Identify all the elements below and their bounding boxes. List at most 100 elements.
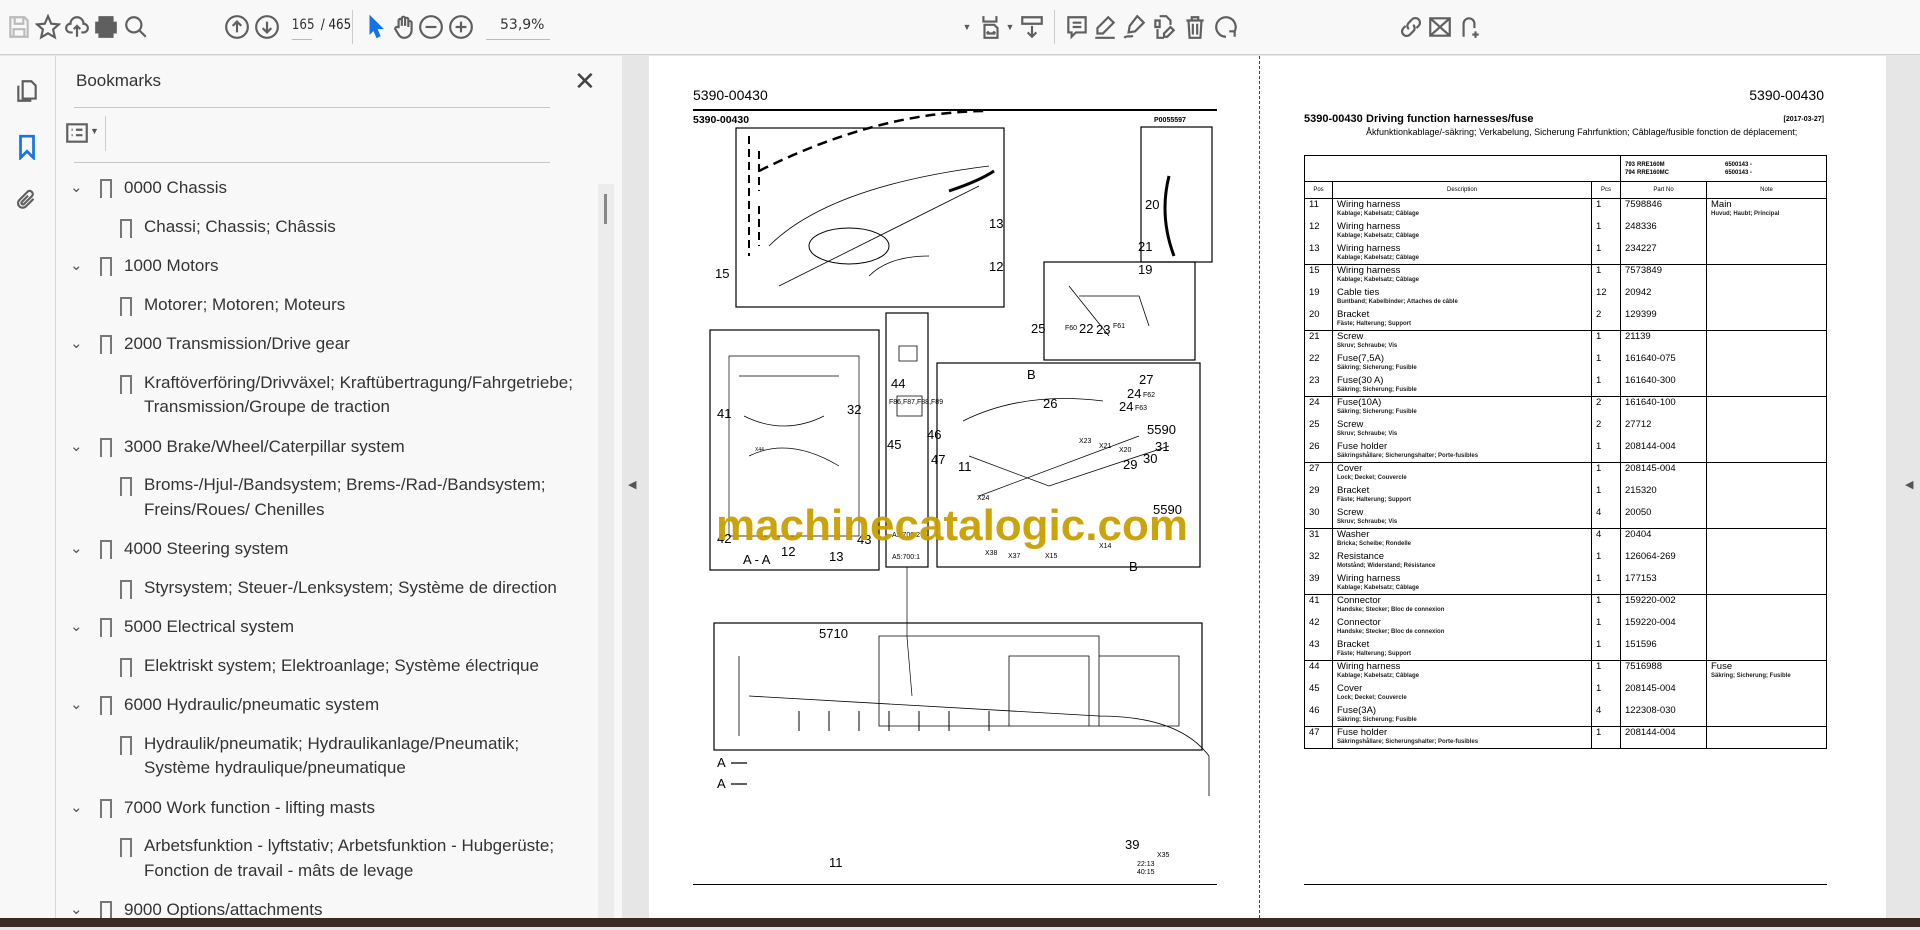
- description: Wiring harness: [1337, 572, 1401, 584]
- sign-icon[interactable]: [1119, 12, 1149, 42]
- table-row: 12 Wiring harness Kablage; Kabelsatz; Câb…: [1304, 220, 1827, 243]
- table-row: 31 Washer Bricka; Scheibe; Rondelle 4 204…: [1304, 528, 1827, 551]
- section-date: [2017-03-27]: [1783, 116, 1824, 123]
- previous-page-icon[interactable]: [222, 12, 252, 42]
- bookmark-item[interactable]: ⌄ 2000 Transmission/Drive gear: [56, 324, 596, 364]
- save-icon[interactable]: [4, 12, 34, 42]
- email-icon[interactable]: [1425, 12, 1455, 42]
- pos-cell: 32: [1304, 550, 1333, 573]
- table-row: 42 Connector Handske; Stecker; Bloc de co…: [1304, 616, 1827, 639]
- page-total: / 465: [320, 17, 352, 33]
- close-icon[interactable]: ✕: [574, 66, 596, 97]
- page-number-input[interactable]: 165: [291, 17, 315, 40]
- bookmark-item[interactable]: ⌄ 7000 Work function - lifting masts: [56, 788, 596, 828]
- pcs-cell: 1: [1591, 198, 1621, 221]
- bookmark-label: 9000 Options/attachments: [124, 900, 323, 919]
- zoom-level-input[interactable]: 53,9%: [486, 17, 550, 40]
- description-translation: Handske; Stecker; Bloc de connexion: [1337, 628, 1445, 635]
- bookmark-item[interactable]: Motorer; Motoren; Moteurs: [56, 286, 596, 325]
- table-row: 13 Wiring harness Kablage; Kabelsatz; Câb…: [1304, 242, 1827, 265]
- description: Wiring harness: [1337, 199, 1401, 210]
- delete-icon[interactable]: [1180, 12, 1210, 42]
- organize-pages-icon[interactable]: [1149, 12, 1179, 42]
- next-page-icon[interactable]: [252, 12, 282, 42]
- share-link-icon[interactable]: [1396, 12, 1426, 42]
- bookmarks-icon[interactable]: [12, 132, 42, 162]
- hand-tool-icon[interactable]: [389, 12, 419, 42]
- bookmarks-scrollbar[interactable]: [598, 184, 614, 918]
- pcs-cell: 1: [1591, 660, 1621, 683]
- bookmark-item[interactable]: Broms-/Hjul-/Bandsystem; Brems-/Rad-/Ban…: [56, 466, 596, 529]
- description: Fuse holder: [1337, 440, 1388, 452]
- bookmark-item[interactable]: Elektriskt system; Elektroanlage; Systèm…: [56, 647, 596, 686]
- attachments-icon[interactable]: [12, 186, 42, 216]
- bookmark-item[interactable]: ⌄ 3000 Brake/Wheel/Caterpillar system: [56, 427, 596, 467]
- select-cursor-icon[interactable]: [361, 12, 391, 42]
- pos-cell: 11: [1304, 198, 1333, 221]
- callout: 12: [989, 259, 1003, 274]
- chevron-down-icon[interactable]: ⌄: [70, 615, 83, 640]
- bookmark-options-icon[interactable]: [62, 118, 92, 148]
- taskbar-edge: [0, 918, 1920, 927]
- chevron-down-icon[interactable]: ⌄: [70, 254, 83, 279]
- table-row: 39 Wiring harness Kablage; Kabelsatz; Câb…: [1304, 572, 1827, 595]
- pos-cell: 25: [1304, 418, 1333, 441]
- chevron-down-icon[interactable]: ⌄: [70, 435, 83, 460]
- zoom-in-icon[interactable]: [446, 12, 476, 42]
- options-dropdown-icon[interactable]: ▼: [90, 126, 99, 136]
- find-icon[interactable]: [121, 12, 151, 42]
- description-translation: Kablage; Kabelsatz; Câblage: [1337, 254, 1420, 261]
- cloud-upload-icon[interactable]: [62, 12, 92, 42]
- add-user-icon[interactable]: [1454, 12, 1484, 42]
- chevron-down-icon[interactable]: ⌄: [70, 332, 83, 357]
- pos-cell: 13: [1304, 242, 1333, 265]
- pos-cell: 23: [1304, 374, 1333, 397]
- pos-cell: 30: [1304, 506, 1333, 529]
- zoom-out-icon[interactable]: [416, 12, 446, 42]
- chevron-down-icon[interactable]: ⌄: [70, 693, 83, 718]
- bookmark-label: 0000 Chassis: [124, 178, 228, 197]
- bookmark-item[interactable]: ⌄ 0000 Chassis: [56, 168, 596, 208]
- description-translation: Lock; Deckel; Couvercle: [1337, 694, 1407, 701]
- expand-right-panel-icon[interactable]: ◀: [1905, 478, 1913, 491]
- bookmark-item[interactable]: Hydraulik/pneumatik; Hydraulikanlage/Pne…: [56, 725, 596, 788]
- star-icon[interactable]: [33, 12, 63, 42]
- bookmark-item[interactable]: Styrsystem; Steuer-/Lenksystem; Système …: [56, 569, 596, 608]
- scrollbar-thumb[interactable]: [604, 194, 607, 224]
- chevron-down-icon[interactable]: ⌄: [70, 796, 83, 821]
- callout: F60: [1065, 325, 1077, 332]
- bookmark-item[interactable]: Kraftöverföring/Drivväxel; Kraftübertrag…: [56, 364, 596, 427]
- description: Screw: [1337, 418, 1364, 430]
- collapse-left-panel-icon[interactable]: ◀: [628, 478, 636, 491]
- bookmark-item[interactable]: ⌄ 4000 Steering system: [56, 529, 596, 569]
- chevron-down-icon[interactable]: ⌄: [70, 537, 83, 562]
- note: Fuse: [1711, 661, 1733, 672]
- description: Wiring harness: [1337, 242, 1401, 254]
- pos-cell: 29: [1304, 484, 1333, 507]
- bookmark-icon: [120, 374, 132, 399]
- pcs-cell: 1: [1591, 484, 1621, 507]
- bookmark-item[interactable]: Arbetsfunktion - lyftstativ; Arbetsfunkt…: [56, 827, 596, 890]
- bookmark-item[interactable]: ⌄ 6000 Hydraulic/pneumatic system: [56, 685, 596, 725]
- page-thumbnails-icon[interactable]: [12, 76, 42, 106]
- print-icon[interactable]: [91, 12, 121, 42]
- chevron-down-icon[interactable]: ⌄: [70, 176, 83, 201]
- table-blank-header: [1304, 155, 1621, 182]
- highlight-icon[interactable]: [1090, 12, 1120, 42]
- part-number-cell: 161640-300: [1620, 374, 1707, 397]
- rotate-icon[interactable]: [1211, 12, 1241, 42]
- pcs-cell: 4: [1591, 704, 1621, 727]
- scroll-mode-icon[interactable]: [1017, 12, 1047, 42]
- part-number-cell: 129399: [1620, 308, 1707, 331]
- bookmark-item[interactable]: ⌄ 5000 Electrical system: [56, 607, 596, 647]
- description: Wiring harness: [1337, 661, 1401, 672]
- bookmark-label: 1000 Motors: [124, 256, 219, 275]
- bookmark-item[interactable]: ⌄ 1000 Motors: [56, 246, 596, 286]
- callout: F86,F87,F88,F89: [889, 399, 943, 406]
- bookmark-item[interactable]: Chassi; Chassis; Châssis: [56, 208, 596, 247]
- pcs-cell: 4: [1591, 528, 1621, 551]
- description-translation: Motstånd; Widerstand; Résistance: [1337, 562, 1436, 569]
- description-translation: Kablage; Kabelsatz; Câblage: [1337, 673, 1420, 679]
- comment-icon[interactable]: [1062, 12, 1092, 42]
- separator: [1054, 10, 1055, 44]
